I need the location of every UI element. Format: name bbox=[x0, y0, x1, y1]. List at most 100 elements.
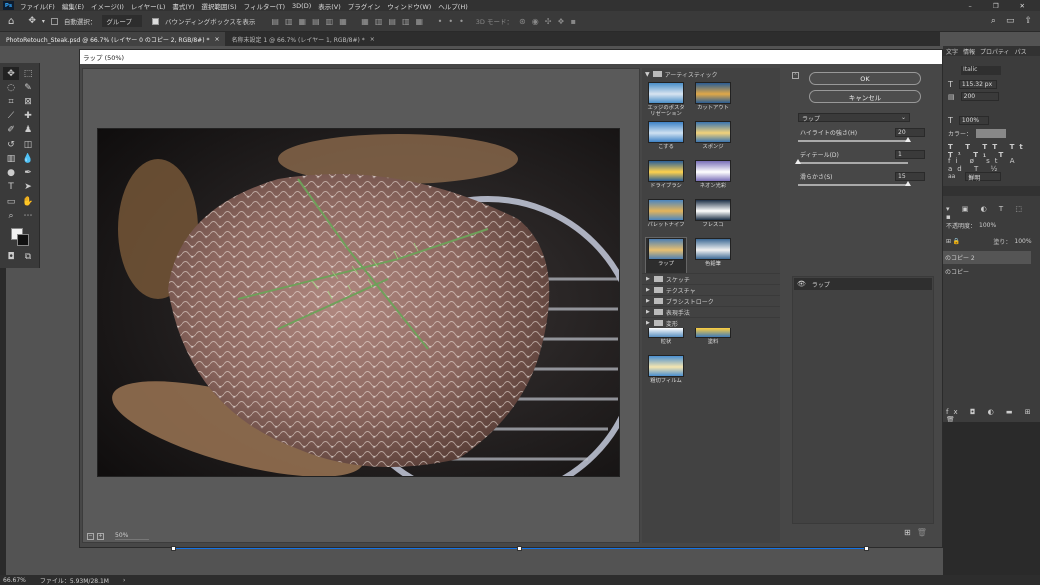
zoom-tool-icon[interactable]: ⌕ bbox=[3, 209, 19, 222]
layer-row-copy2[interactable]: のコピー 2 bbox=[943, 251, 1031, 264]
menu-item[interactable]: ヘルプ(H) bbox=[438, 1, 467, 11]
3d-icons[interactable]: ⊛◉✣❖▪ bbox=[519, 17, 582, 26]
menu-item[interactable]: ウィンドウ(W) bbox=[387, 1, 431, 11]
more-tools-icon[interactable]: ⋯ bbox=[20, 209, 36, 222]
filter-thumb[interactable]: スポンジ bbox=[693, 121, 733, 159]
path-select-icon[interactable]: ➤ bbox=[20, 181, 36, 194]
zoom-select[interactable]: 50% bbox=[115, 532, 149, 540]
lock-icons[interactable]: ⊞ 🔒 bbox=[946, 238, 960, 245]
toggle-panel-icon[interactable]: ⌃ bbox=[792, 72, 799, 79]
slider-input[interactable]: 1 bbox=[895, 150, 925, 159]
close-icon[interactable]: × bbox=[214, 36, 219, 43]
panel-tab[interactable]: パス bbox=[1015, 47, 1027, 56]
color-swatches[interactable] bbox=[3, 224, 37, 250]
crop-tool-icon[interactable]: ⌗ bbox=[3, 95, 19, 108]
move-tool-icon[interactable]: ✥ bbox=[3, 67, 19, 80]
tab-steak[interactable]: PhotoRetouch_Steak.psd @ 66.7% (レイヤー 0 の… bbox=[0, 32, 226, 46]
new-effect-layer-icon[interactable]: ⊞ bbox=[904, 528, 911, 537]
opacity-value[interactable]: 100% bbox=[979, 222, 996, 229]
scale-input[interactable]: 100% bbox=[958, 116, 989, 125]
filter-thumb[interactable]: フレスコ bbox=[693, 199, 733, 237]
panel-tab[interactable]: プロパティ bbox=[980, 47, 1010, 56]
align-icons[interactable]: ▤▥▦▤▥▦ ▦▥▤▥▦ ••• bbox=[271, 17, 469, 26]
opentype-buttons[interactable]: fi ø st A ad T ½ bbox=[948, 157, 1040, 173]
panel-tab[interactable]: 情報 bbox=[963, 47, 975, 56]
background-color[interactable] bbox=[17, 233, 29, 246]
quick-mask-icon[interactable]: ◘ bbox=[3, 251, 19, 264]
brush-tool-icon[interactable]: ✐ bbox=[3, 124, 19, 137]
move-tool-icon[interactable]: ✥ bbox=[28, 16, 36, 26]
restore-icon[interactable]: ❐ bbox=[993, 2, 999, 10]
minimize-icon[interactable]: – bbox=[968, 2, 971, 10]
slider-track[interactable] bbox=[798, 137, 911, 142]
slider-knob[interactable] bbox=[905, 181, 911, 186]
filter-thumb[interactable]: ドライブラシ bbox=[646, 160, 686, 198]
eyedropper-icon[interactable]: ⟋ bbox=[3, 110, 19, 123]
auto-select-checkbox[interactable] bbox=[50, 17, 58, 25]
lasso-tool-icon[interactable]: ◌ bbox=[3, 81, 19, 94]
slider-track[interactable] bbox=[798, 181, 911, 186]
transform-handle[interactable] bbox=[864, 546, 869, 551]
search-icon[interactable]: ⌕ bbox=[991, 16, 996, 26]
slider-input[interactable]: 15 bbox=[895, 172, 925, 181]
filter-thumb[interactable]: パレットナイフ bbox=[646, 199, 686, 237]
slider-knob[interactable] bbox=[905, 137, 911, 142]
tab-untitled[interactable]: 名称未設定 1 @ 66.7% (レイヤー 1, RGB/8#) * × bbox=[225, 32, 380, 46]
category-row[interactable]: ▶ 表現手法 bbox=[642, 306, 780, 317]
slider-knob[interactable] bbox=[795, 159, 801, 164]
filter-thumb[interactable]: こする bbox=[646, 121, 686, 159]
dodge-tool-icon[interactable]: ● bbox=[3, 167, 19, 180]
menu-item[interactable]: レイヤー(L) bbox=[131, 1, 166, 11]
layer-row-copy[interactable]: のコピー bbox=[943, 265, 1031, 278]
blur-tool-icon[interactable]: 💧 bbox=[20, 152, 36, 165]
filter-thumb[interactable]: ラップ bbox=[645, 237, 687, 277]
delete-effect-layer-icon[interactable]: 🗑 bbox=[917, 528, 927, 537]
filter-thumb[interactable]: エッジのポスタリゼーション bbox=[646, 82, 686, 120]
category-row[interactable]: ▶ テクスチャ bbox=[642, 284, 780, 295]
ps-logo[interactable]: Ps bbox=[3, 1, 14, 10]
marquee-tool-icon[interactable]: ⬚ bbox=[20, 67, 36, 80]
menu-item[interactable]: ファイル(F) bbox=[20, 1, 55, 11]
menu-item[interactable]: 書式(Y) bbox=[172, 1, 194, 11]
leading-input[interactable]: 200 bbox=[960, 92, 999, 101]
zoom-level[interactable]: 66.67% bbox=[3, 577, 26, 584]
eraser-icon[interactable]: ◫ bbox=[20, 138, 36, 151]
menu-item[interactable]: 編集(E) bbox=[62, 1, 84, 11]
close-icon[interactable]: ✕ bbox=[1020, 2, 1025, 10]
frame-tool-icon[interactable]: ⊠ bbox=[20, 95, 36, 108]
effect-layer-row[interactable]: 👁 ラップ bbox=[794, 278, 932, 290]
transform-handle[interactable] bbox=[171, 546, 176, 551]
hand-tool-icon[interactable]: ✋ bbox=[20, 195, 36, 208]
layer-filter-icons[interactable]: ▾ ▣ ◐ T ⬚ ▪ bbox=[946, 205, 1040, 221]
font-size-input[interactable]: 115.32 px bbox=[958, 80, 997, 89]
font-style-select[interactable]: Italic bbox=[961, 66, 1001, 75]
text-color-swatch[interactable] bbox=[976, 129, 1007, 138]
fill-value[interactable]: 100% bbox=[1014, 238, 1031, 245]
workspace-icon[interactable]: ▭ bbox=[1006, 16, 1015, 26]
group-select[interactable]: グループ bbox=[102, 15, 143, 27]
filter-thumb[interactable]: 粗切フィルム bbox=[646, 355, 686, 393]
menu-item[interactable]: 3D(D) bbox=[292, 2, 311, 10]
category-artistic[interactable]: ▼ アーティスティック bbox=[642, 68, 780, 80]
transform-handle[interactable] bbox=[517, 546, 522, 551]
menu-item[interactable]: 表示(V) bbox=[318, 1, 341, 11]
menu-item[interactable]: 選択範囲(S) bbox=[201, 1, 236, 11]
bbox-checkbox[interactable] bbox=[152, 17, 160, 25]
category-row[interactable]: ▶ 変形 bbox=[642, 317, 780, 328]
zoom-out-button[interactable]: − bbox=[87, 532, 94, 540]
quick-select-icon[interactable]: ✎ bbox=[20, 81, 36, 94]
chevron-down-icon[interactable]: ▾ bbox=[42, 18, 45, 25]
menu-item[interactable]: イメージ(I) bbox=[91, 1, 124, 11]
gradient-icon[interactable]: ▥ bbox=[3, 152, 19, 165]
category-row[interactable]: ▶ ブラシストローク bbox=[642, 295, 780, 306]
zoom-in-button[interactable]: + bbox=[97, 532, 104, 540]
filter-thumb[interactable]: 色鉛筆 bbox=[693, 238, 733, 276]
share-icon[interactable]: ⇪ bbox=[1024, 16, 1032, 26]
slider-track[interactable] bbox=[795, 159, 908, 164]
pen-tool-icon[interactable]: ✒ bbox=[20, 167, 36, 180]
type-tool-icon[interactable]: T bbox=[3, 181, 19, 194]
slider-input[interactable]: 20 bbox=[895, 128, 925, 137]
antialias-select[interactable]: 鮮明 bbox=[965, 172, 1002, 182]
category-row[interactable]: ▶ スケッチ bbox=[642, 273, 780, 284]
history-brush-icon[interactable]: ↺ bbox=[3, 138, 19, 151]
